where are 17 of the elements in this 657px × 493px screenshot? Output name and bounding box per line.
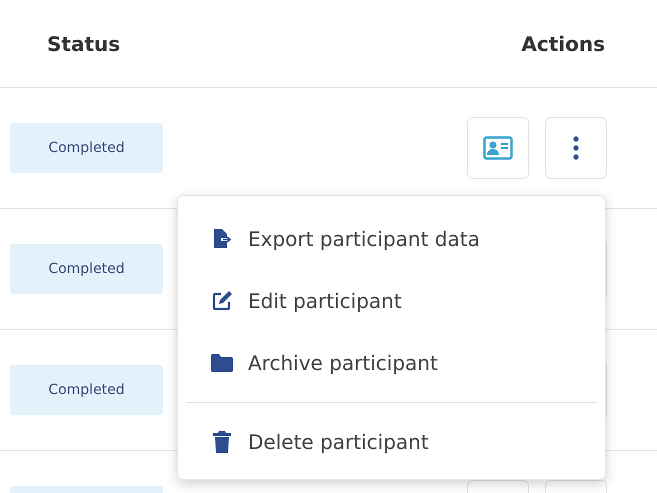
menu-item[interactable]: Archive participant bbox=[178, 332, 605, 394]
status-badge: Completed bbox=[10, 365, 163, 415]
edit-icon bbox=[211, 290, 233, 312]
folder-icon bbox=[210, 353, 234, 373]
status-badge: Completed bbox=[10, 244, 163, 294]
more-options-button[interactable] bbox=[545, 117, 607, 179]
column-header: Status bbox=[47, 30, 120, 58]
status-badge: Completed bbox=[10, 123, 163, 173]
contact-card-icon bbox=[483, 136, 513, 160]
menu-item[interactable]: Export participant data bbox=[178, 208, 605, 270]
contact-card-button[interactable] bbox=[467, 117, 529, 179]
menu-item[interactable]: Delete participant bbox=[178, 411, 605, 473]
trash-icon bbox=[212, 430, 232, 454]
file-export-icon bbox=[211, 228, 233, 250]
menu-item[interactable]: Edit participant bbox=[178, 270, 605, 332]
vertical-dots-icon bbox=[573, 136, 579, 160]
column-header: Actions bbox=[521, 30, 605, 58]
